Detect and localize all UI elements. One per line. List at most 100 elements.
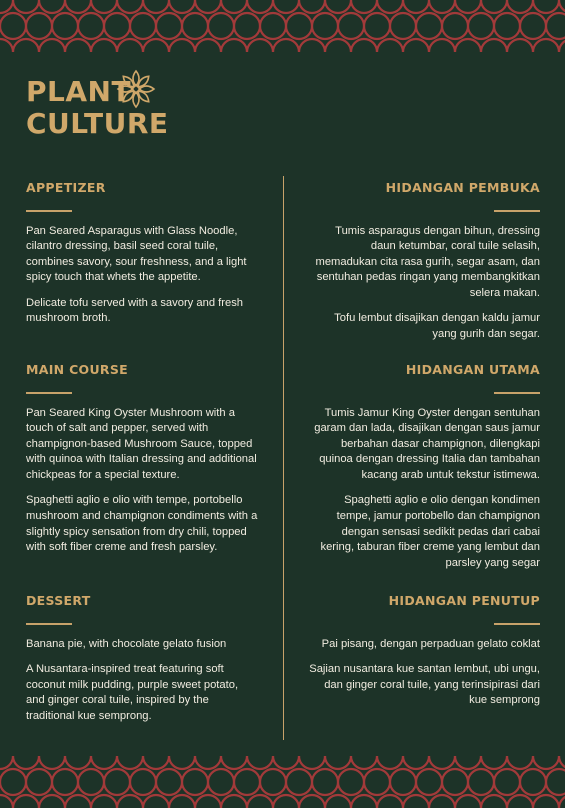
main-course-section: MAIN COURSE Pan Seared King Oyster Mushr… [26, 362, 258, 566]
ring-motif [63, 0, 93, 15]
ring-motif [505, 756, 535, 771]
ring-motif [37, 793, 67, 808]
ring-motif [128, 767, 158, 797]
ring-motif [271, 0, 301, 15]
ring-motif [271, 793, 301, 808]
ring-motif [219, 37, 249, 52]
heading-underline [26, 623, 72, 625]
ring-motif [349, 756, 379, 771]
ring-motif [323, 0, 353, 15]
ring-motif [453, 37, 483, 52]
ring-motif [271, 756, 301, 771]
ring-motif [323, 793, 353, 808]
ring-motif [193, 37, 223, 52]
ring-motif [271, 37, 301, 52]
ring-motif [518, 11, 548, 41]
ring-motif [544, 767, 565, 797]
menu-item-description: Spaghetti aglio e olio dengan kondimen t… [320, 494, 540, 569]
ring-motif [141, 793, 171, 808]
heading-underline [494, 623, 540, 625]
ring-motif [401, 0, 431, 15]
ring-motif [167, 756, 197, 771]
ring-motif [102, 11, 132, 41]
ring-motif [362, 11, 392, 41]
ring-motif [89, 756, 119, 771]
ring-motif [375, 0, 405, 15]
ring-motif [492, 11, 522, 41]
section-heading: MAIN COURSE [26, 362, 128, 377]
ring-motif [323, 37, 353, 52]
ring-motif [375, 793, 405, 808]
hidangan-penutup-section: HIDANGAN PENUTUP Pai pisang, dengan perp… [308, 593, 540, 719]
interlocking-rings-pattern [0, 756, 565, 808]
ring-motif [11, 0, 41, 15]
section-heading: DESSERT [26, 593, 91, 608]
ring-motif [89, 37, 119, 52]
ring-motif [557, 0, 565, 13]
ring-motif [388, 767, 418, 797]
ring-motif [401, 793, 431, 808]
ring-motif [232, 11, 262, 41]
ring-motif [375, 37, 405, 52]
hidangan-utama-section: HIDANGAN UTAMA Tumis Jamur King Oyster d… [308, 362, 540, 581]
ring-motif [518, 767, 548, 797]
ring-motif [141, 756, 171, 771]
ring-motif [115, 37, 145, 52]
ring-motif [297, 0, 327, 15]
ring-motif [349, 37, 379, 52]
ring-motif [37, 0, 67, 15]
ring-motif [154, 11, 184, 41]
menu-item-description: Tofu lembut disajikan dengan kaldu jamur… [334, 312, 540, 341]
ring-motif [492, 767, 522, 797]
ring-motif [89, 793, 119, 808]
heading-underline [26, 392, 72, 394]
ring-motif [154, 767, 184, 797]
brand-logo: PLANT CULTURE [26, 69, 169, 140]
ring-motif [349, 793, 379, 808]
ring-motif [219, 0, 249, 15]
ring-motif [440, 11, 470, 41]
ring-motif [115, 793, 145, 808]
ring-motif [0, 11, 28, 41]
ring-motif [531, 793, 561, 808]
menu-item-description: Tumis asparagus dengan bihun, dressing d… [315, 224, 541, 299]
ring-motif [206, 767, 236, 797]
ring-motif [505, 37, 535, 52]
ring-motif [63, 37, 93, 52]
ring-motif [427, 0, 457, 15]
section-heading: HIDANGAN UTAMA [405, 362, 540, 377]
ring-motif [0, 0, 15, 15]
heading-underline [494, 210, 540, 212]
ring-motif [115, 756, 145, 771]
ring-motif [557, 39, 565, 52]
ring-motif [11, 793, 41, 808]
ring-motif [427, 756, 457, 771]
menu-item-description: Sajian nusantara kue santan lembut, ubi … [309, 663, 540, 707]
ring-motif [284, 767, 314, 797]
ring-motif [336, 767, 366, 797]
ring-motif [193, 793, 223, 808]
interlocking-rings-pattern [0, 0, 565, 52]
ring-motif [284, 11, 314, 41]
ring-motif [258, 767, 288, 797]
menu-item-description: A Nusantara-inspired treat featuring sof… [26, 663, 239, 722]
menu-item-description: Pan Seared King Oyster Mushroom with a t… [26, 406, 257, 481]
ring-motif [0, 37, 15, 52]
menu-item-description: Banana pie, with chocolate gelato fusion [26, 637, 227, 650]
ring-motif [479, 756, 509, 771]
section-heading: HIDANGAN PEMBUKA [385, 180, 540, 195]
menu-item-description: Spaghetti aglio e olio with tempe, porto… [26, 494, 258, 554]
ring-motif [24, 11, 54, 41]
ring-motif [63, 756, 93, 771]
heading-underline [26, 210, 72, 212]
ring-motif [336, 11, 366, 41]
ring-motif [141, 0, 171, 15]
ring-motif [479, 793, 509, 808]
ring-motif [167, 793, 197, 808]
ring-motif [180, 767, 210, 797]
ring-motif [167, 37, 197, 52]
ring-motif [89, 0, 119, 15]
menu-item-description: Tumis Jamur King Oyster dengan sentuhan … [314, 406, 540, 481]
ring-motif [349, 0, 379, 15]
ring-motif [0, 793, 15, 808]
